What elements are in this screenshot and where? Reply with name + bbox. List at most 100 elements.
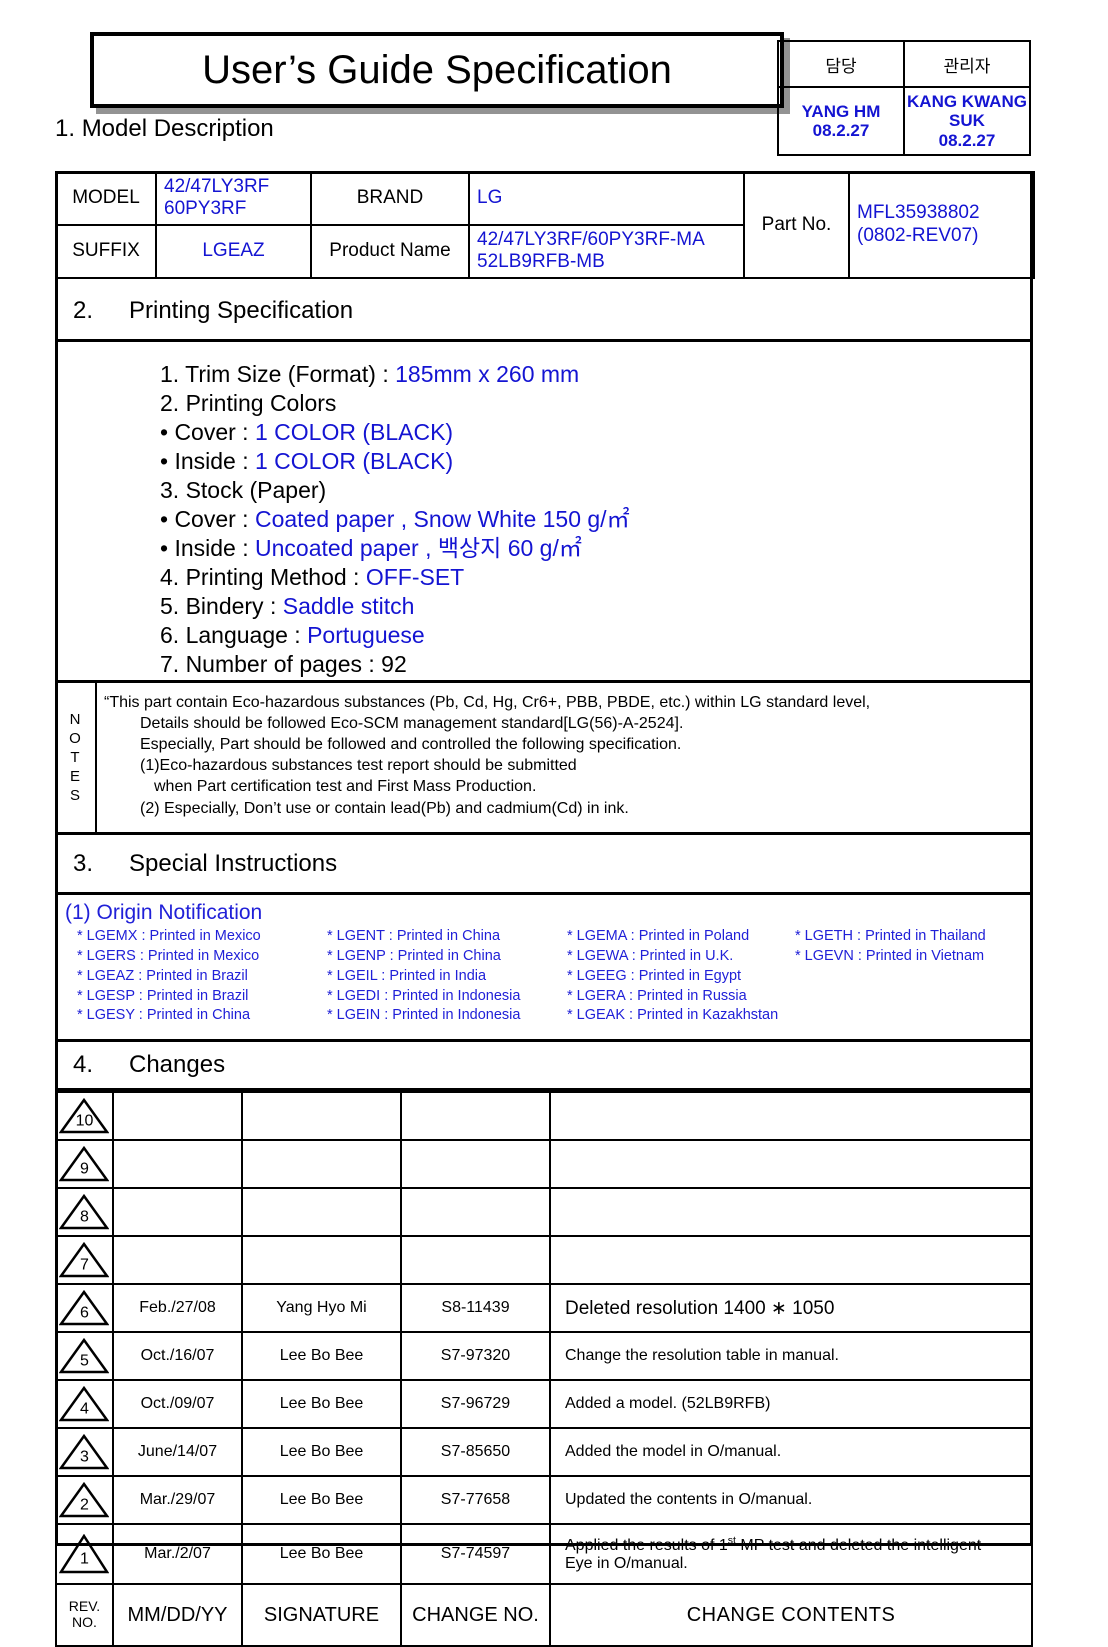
- notes-line: when Part certification test and First M…: [154, 778, 537, 796]
- revision-date: [112, 1139, 243, 1189]
- spec-item-label: 3. Stock (Paper): [160, 476, 327, 503]
- document-page: User’s Guide Specification 담당 관리자 YANG H…: [0, 0, 1108, 1647]
- table-row: 4 Oct./09/07 Lee Bo Bee S7-96729 Added a…: [55, 1379, 1033, 1429]
- changes-table: 10 9 8 7 6 Feb./27/08 Yang Hyo Mi S8-114…: [55, 1091, 1033, 1647]
- revision-marker: 3: [55, 1427, 114, 1477]
- origin-entry: * LGENT : Printed in China: [327, 928, 501, 944]
- revision-number: 4: [80, 1400, 89, 1418]
- origin-entry: * LGERA : Printed in Russia: [567, 987, 747, 1004]
- revision-signature: [241, 1187, 402, 1237]
- spec-item-label: 2. Printing Colors: [160, 389, 337, 416]
- model-row: MODEL 42/47LY3RF 60PY3RF BRAND LG Part N…: [55, 171, 1035, 279]
- revision-number: 7: [80, 1256, 89, 1274]
- table-row: 2 Mar./29/07 Lee Bo Bee S7-77658 Updated…: [55, 1475, 1033, 1525]
- section-2-number: 2.: [73, 297, 94, 324]
- notes-line: Especially, Part should be followed and …: [140, 736, 682, 754]
- origin-entry: * LGEVN : Printed in Vietnam: [795, 947, 985, 964]
- model-value-line1: 42/47LY3RF: [164, 176, 270, 197]
- revision-marker: 5: [55, 1331, 114, 1381]
- revision-triangle-icon: 3: [57, 1429, 112, 1475]
- spec-item: 5. Bindery : Saddle stitch: [160, 592, 1033, 621]
- revision-date: Feb./27/08: [112, 1283, 243, 1333]
- revision-signature: [241, 1235, 402, 1285]
- revision-date: Mar./2/07: [112, 1523, 243, 1585]
- revision-triangle-icon: 7: [57, 1237, 112, 1283]
- revision-number: 10: [75, 1112, 94, 1130]
- approval-signature-staff: YANG HM 08.2.27: [777, 86, 905, 156]
- approval-signature-row: YANG HM 08.2.27 KANG KWANG SUK 08.2.27: [777, 86, 1031, 156]
- product-name-value: 42/47LY3RF/60PY3RF-MA 52LB9RFB-MB: [468, 223, 745, 279]
- product-name-label: Product Name: [310, 223, 470, 279]
- product-name-line1: 42/47LY3RF/60PY3RF-MA: [477, 228, 705, 250]
- revision-number: 9: [80, 1160, 89, 1178]
- document-title-inner-frame: User’s Guide Specification: [93, 35, 781, 105]
- origin-notification-grid: * LGEMX : Printed in Mexico * LGENT : Pr…: [65, 927, 1033, 1026]
- table-row: 6 Feb./27/08 Yang Hyo Mi S8-11439 Delete…: [55, 1283, 1033, 1333]
- spec-item: 3. Stock (Paper): [160, 476, 1033, 505]
- revision-triangle-icon: 4: [57, 1381, 112, 1427]
- spec-item-label: • Cover :: [160, 418, 255, 445]
- revision-triangle-icon: 10: [57, 1093, 112, 1139]
- revision-change-no: S7-96729: [400, 1379, 551, 1429]
- origin-entry: * LGENP : Printed in China: [327, 947, 501, 964]
- notes-letter: E: [69, 768, 80, 786]
- revision-date: Oct./09/07: [112, 1379, 243, 1429]
- revision-contents-line1: Applied the results of 1st MP test and d…: [565, 1535, 1025, 1555]
- revision-change-no: S8-11439: [400, 1283, 551, 1333]
- section-3-heading-band: 3. Special Instructions: [55, 835, 1033, 895]
- origin-entry: * LGEIL : Printed in India: [327, 967, 487, 984]
- spec-item-label: 5. Bindery :: [160, 592, 283, 619]
- revision-date: June/14/07: [112, 1427, 243, 1477]
- revision-contents: Deleted resolution 1400 ∗ 1050: [549, 1283, 1033, 1333]
- document-title-box: User’s Guide Specification: [90, 32, 784, 108]
- origin-entry: [795, 987, 1045, 1007]
- spec-item-value: 1 COLOR (BLACK): [254, 418, 454, 445]
- origin-notification-section: (1) Origin Notification * LGEMX : Printe…: [55, 895, 1033, 1042]
- revision-number: 5: [80, 1352, 89, 1370]
- revision-contents: Added a model. (52LB9RFB): [549, 1379, 1033, 1429]
- revision-signature: Lee Bo Bee: [241, 1379, 402, 1429]
- revision-change-no: S7-77658: [400, 1475, 551, 1525]
- revision-triangle-icon: 8: [57, 1189, 112, 1235]
- spec-item-label: 7. Number of pages : 92: [160, 650, 407, 677]
- revision-date: [112, 1091, 243, 1141]
- revision-date: [112, 1187, 243, 1237]
- revision-triangle-icon: 6: [57, 1285, 112, 1331]
- table-row: 1 Mar./2/07 Lee Bo Bee S7-74597 Applied …: [55, 1523, 1033, 1585]
- revision-number: 8: [80, 1208, 89, 1226]
- model-label: MODEL: [55, 171, 157, 226]
- spec-item: • Cover : Coated paper , Snow White 150 …: [160, 505, 1033, 534]
- model-value: 42/47LY3RF 60PY3RF: [155, 171, 312, 226]
- revision-contents-line2: Eye in O/manual.: [565, 1555, 688, 1573]
- revision-triangle-icon: 2: [57, 1477, 112, 1523]
- origin-entry: * LGEWA : Printed in U.K.: [567, 947, 734, 964]
- spec-item-value: 185mm x 260 mm: [395, 361, 580, 387]
- section-2-heading: 2. Printing Specification: [55, 283, 1033, 339]
- spec-item: • Cover : 1 COLOR (BLACK): [160, 418, 1033, 447]
- notes-letter: T: [70, 748, 80, 766]
- revision-change-no: [400, 1139, 551, 1189]
- part-no-label: Part No.: [743, 171, 850, 279]
- revision-contents: Applied the results of 1st MP test and d…: [549, 1523, 1033, 1585]
- notes-section: N O T E S “This part contain Eco-hazardo…: [55, 683, 1033, 835]
- revision-signature: Yang Hyo Mi: [241, 1283, 402, 1333]
- spec-item-value: Coated paper , Snow White 150 g/㎡: [254, 505, 630, 532]
- spec-item: • Inside : Uncoated paper , 백상지 60 g/㎡: [160, 534, 1033, 563]
- revision-marker: 2: [55, 1475, 114, 1525]
- product-name-line2: 52LB9RFB-MB: [477, 251, 605, 273]
- part-no-value: MFL35938802 (0802-REV07): [848, 171, 1035, 279]
- revision-change-no: S7-97320: [400, 1331, 551, 1381]
- brand-label: BRAND: [310, 171, 470, 226]
- origin-notification-title: (1) Origin Notification: [65, 901, 263, 924]
- notes-letter: N: [69, 710, 81, 728]
- revision-signature: Lee Bo Bee: [241, 1427, 402, 1477]
- footer-rev-no: REV. NO.: [55, 1583, 114, 1647]
- table-row: 10: [55, 1091, 1033, 1141]
- footer-rev-no-line1: REV.: [68, 1598, 101, 1615]
- origin-entry: * LGEAZ : Printed in Brazil: [77, 967, 248, 984]
- approval-manager-name: KANG KWANG SUK: [907, 92, 1027, 131]
- part-no-line1: MFL35938802: [857, 202, 980, 224]
- revision-contents: [549, 1139, 1033, 1189]
- spec-item-value: Uncoated paper , 백상지 60 g/㎡: [255, 534, 582, 561]
- section-3-heading: 3. Special Instructions: [55, 835, 1033, 892]
